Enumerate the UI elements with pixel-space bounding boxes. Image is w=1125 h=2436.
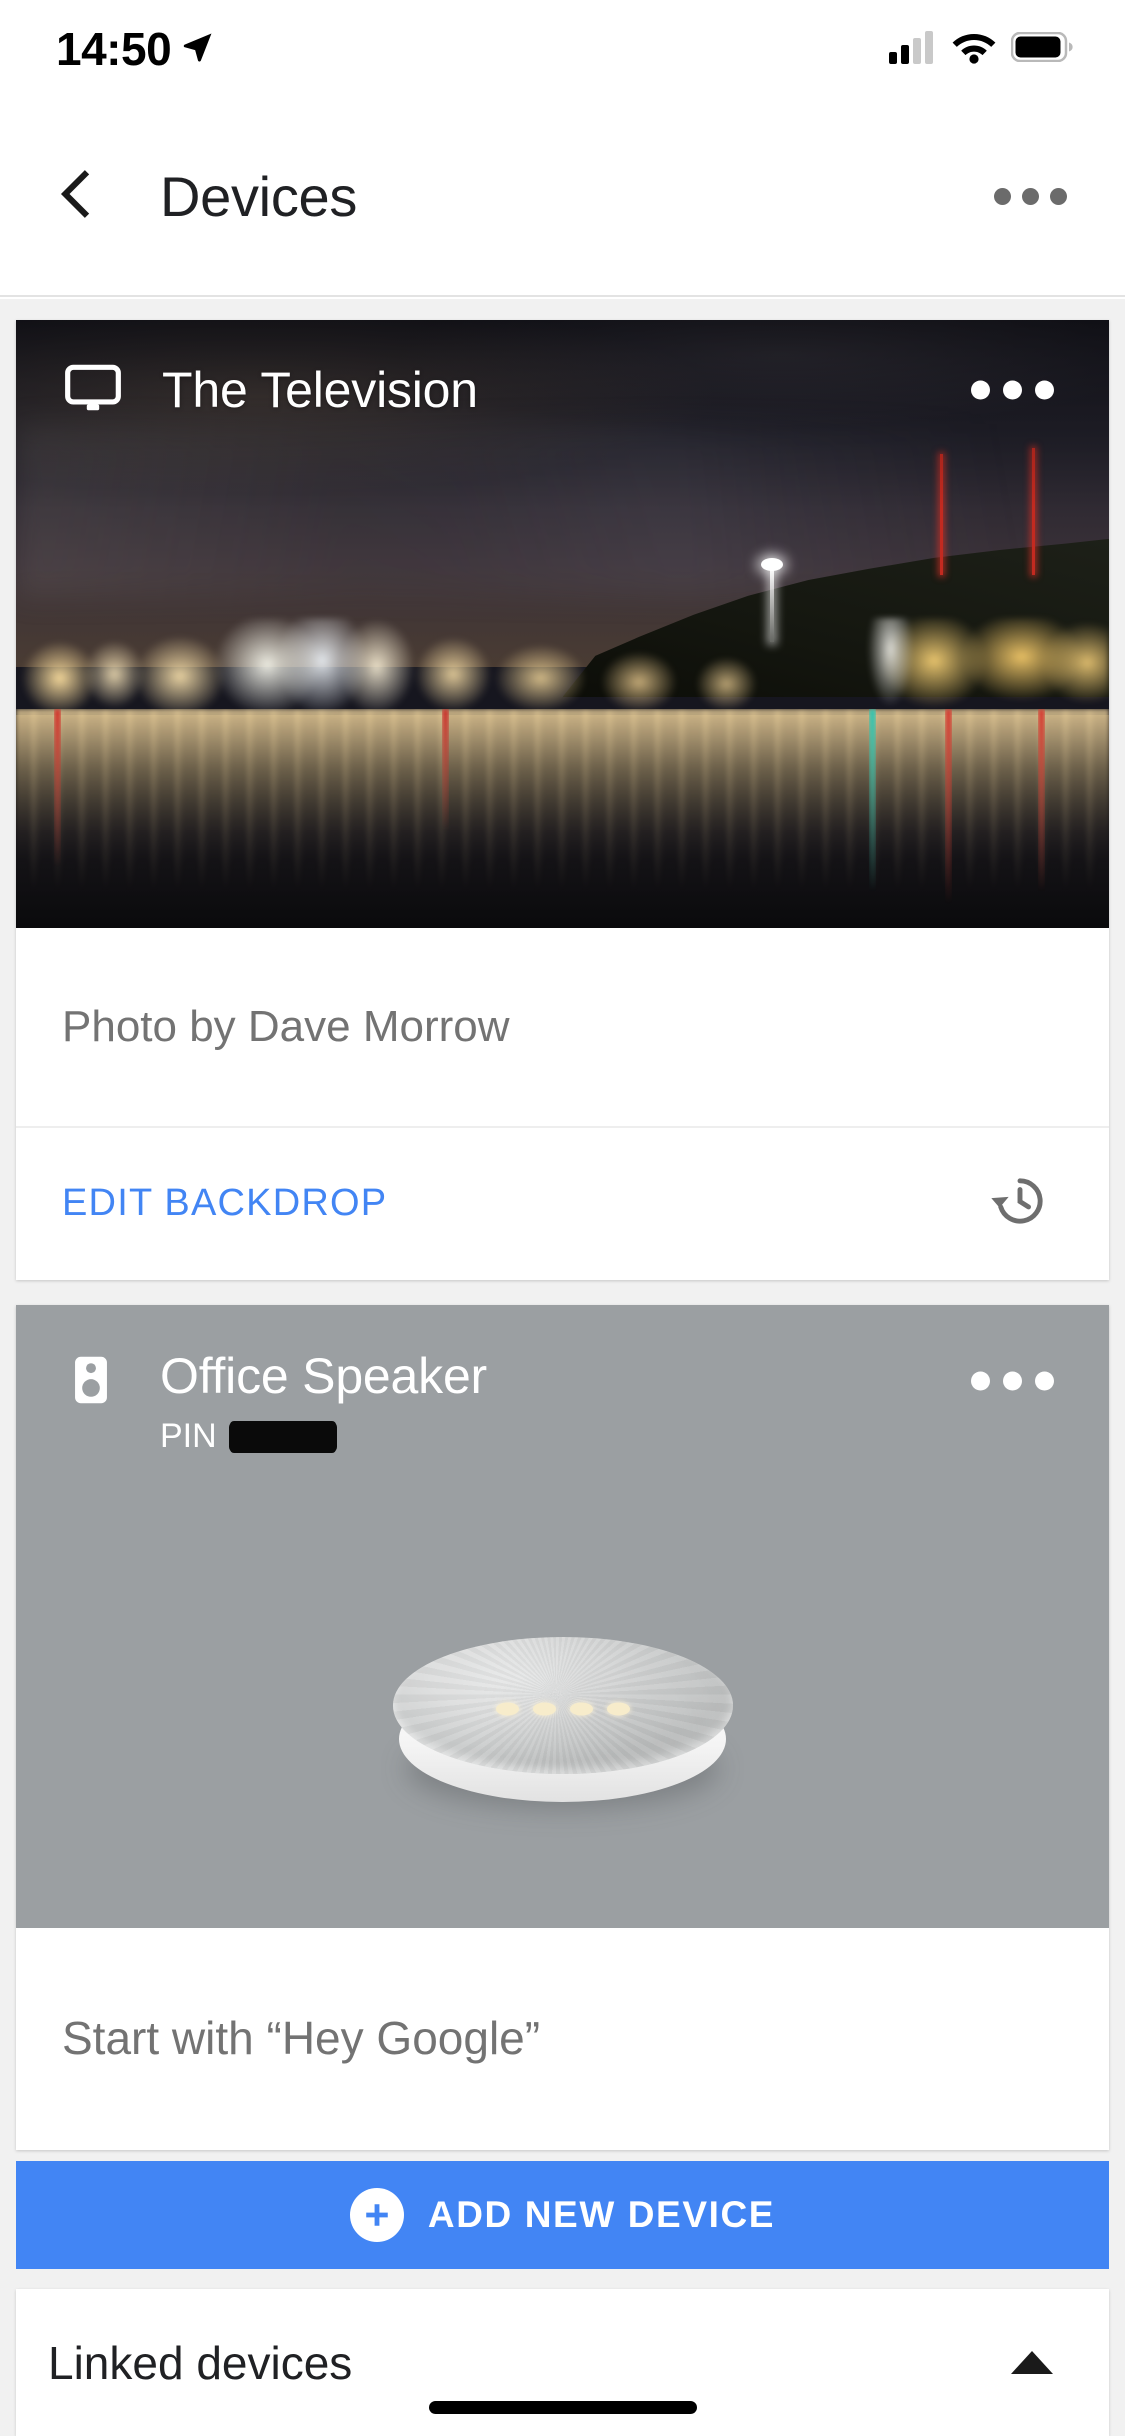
speaker-hint-text: Start with “Hey Google”: [62, 2012, 541, 2064]
pin-label: PIN: [160, 1417, 217, 1455]
speaker-hint-row: Start with “Hey Google”: [16, 1928, 1109, 2148]
location-arrow-icon: [181, 30, 215, 69]
backdrop-city-lights: [16, 617, 1109, 716]
add-new-device-label: ADD NEW DEVICE: [427, 2194, 776, 2235]
tv-icon: [62, 357, 124, 424]
history-restore-icon: [989, 1170, 1051, 1237]
add-new-device-button[interactable]: ADD NEW DEVICE: [16, 2161, 1109, 2269]
more-horizontal-icon-dot: [993, 188, 1011, 205]
chevron-left-icon: [48, 166, 104, 227]
caret-up-icon[interactable]: [1011, 2351, 1053, 2374]
status-bar-left: 14:50: [56, 22, 215, 76]
speaker-title-block: Office Speaker PIN: [160, 1351, 487, 1456]
more-horizontal-icon-dot: [1003, 1371, 1022, 1390]
status-bar-right: [889, 30, 1073, 69]
edit-backdrop-button[interactable]: EDIT BACKDROP: [62, 1182, 387, 1225]
battery-icon: [1010, 31, 1073, 67]
backdrop-reflection-streak: [945, 709, 953, 904]
backdrop-space-needle: [761, 558, 784, 643]
mini-led-indicators: [495, 1702, 630, 1716]
television-overflow-button[interactable]: [951, 361, 1074, 420]
backdrop-preview-image: The Television: [16, 320, 1109, 928]
status-time: 14:50: [56, 23, 172, 75]
device-name-television: The Television: [162, 362, 478, 418]
more-horizontal-icon-dot: [1035, 380, 1054, 400]
more-horizontal-icon-dot: [1021, 188, 1039, 205]
more-horizontal-icon-dot: [1049, 188, 1067, 205]
backdrop-credit-row: Photo by Dave Morrow: [16, 928, 1109, 1128]
plus-circle-icon: [349, 2188, 404, 2242]
backdrop-action-row: EDIT BACKDROP: [16, 1128, 1109, 1278]
device-card-office-speaker[interactable]: Office Speaker PIN Start with “Hey Googl…: [16, 1305, 1109, 2150]
mini-led: [569, 1702, 593, 1716]
speaker-overflow-button[interactable]: [951, 1351, 1074, 1410]
device-name-office-speaker: Office Speaker: [160, 1348, 488, 1404]
status-bar: 14:50: [0, 0, 1125, 98]
mini-led: [532, 1702, 556, 1716]
television-card-header: The Television: [16, 320, 1109, 460]
nav-overflow-button[interactable]: [975, 142, 1085, 252]
speaker-preview-area: Office Speaker PIN: [16, 1305, 1109, 1928]
backdrop-reflection-streak: [1037, 709, 1045, 892]
linked-devices-label: Linked devices: [48, 2336, 353, 2389]
speaker-pin-row: PIN: [160, 1417, 487, 1456]
pin-redaction-bar: [228, 1421, 337, 1452]
back-button[interactable]: [16, 137, 136, 257]
google-home-mini-image: [392, 1637, 733, 1812]
backdrop-reflection-streak: [442, 709, 450, 831]
cellular-signal-icon: [889, 30, 937, 69]
backdrop-reflection-streak: [868, 709, 876, 892]
navigation-bar: Devices: [0, 98, 1125, 297]
backdrop-history-button[interactable]: [975, 1158, 1065, 1248]
backdrop-reflection-streak: [54, 709, 62, 868]
speaker-icon: [62, 1351, 120, 1414]
more-horizontal-icon-dot: [1003, 380, 1022, 400]
home-indicator: [428, 2401, 697, 2414]
device-card-television[interactable]: The Television Photo by Dave Morrow EDIT…: [16, 320, 1109, 1280]
more-horizontal-icon-dot: [971, 1371, 990, 1390]
more-horizontal-icon-dot: [971, 380, 990, 400]
page-title: Devices: [160, 165, 358, 228]
mini-led: [606, 1702, 630, 1716]
more-horizontal-icon-dot: [1035, 1371, 1054, 1390]
devices-list-scroll[interactable]: The Television Photo by Dave Morrow EDIT…: [0, 299, 1125, 2436]
wifi-icon: [951, 30, 997, 69]
speaker-card-header: Office Speaker PIN: [16, 1305, 1109, 1456]
backdrop-credit-text: Photo by Dave Morrow: [62, 1002, 510, 1051]
mini-led: [495, 1702, 519, 1716]
